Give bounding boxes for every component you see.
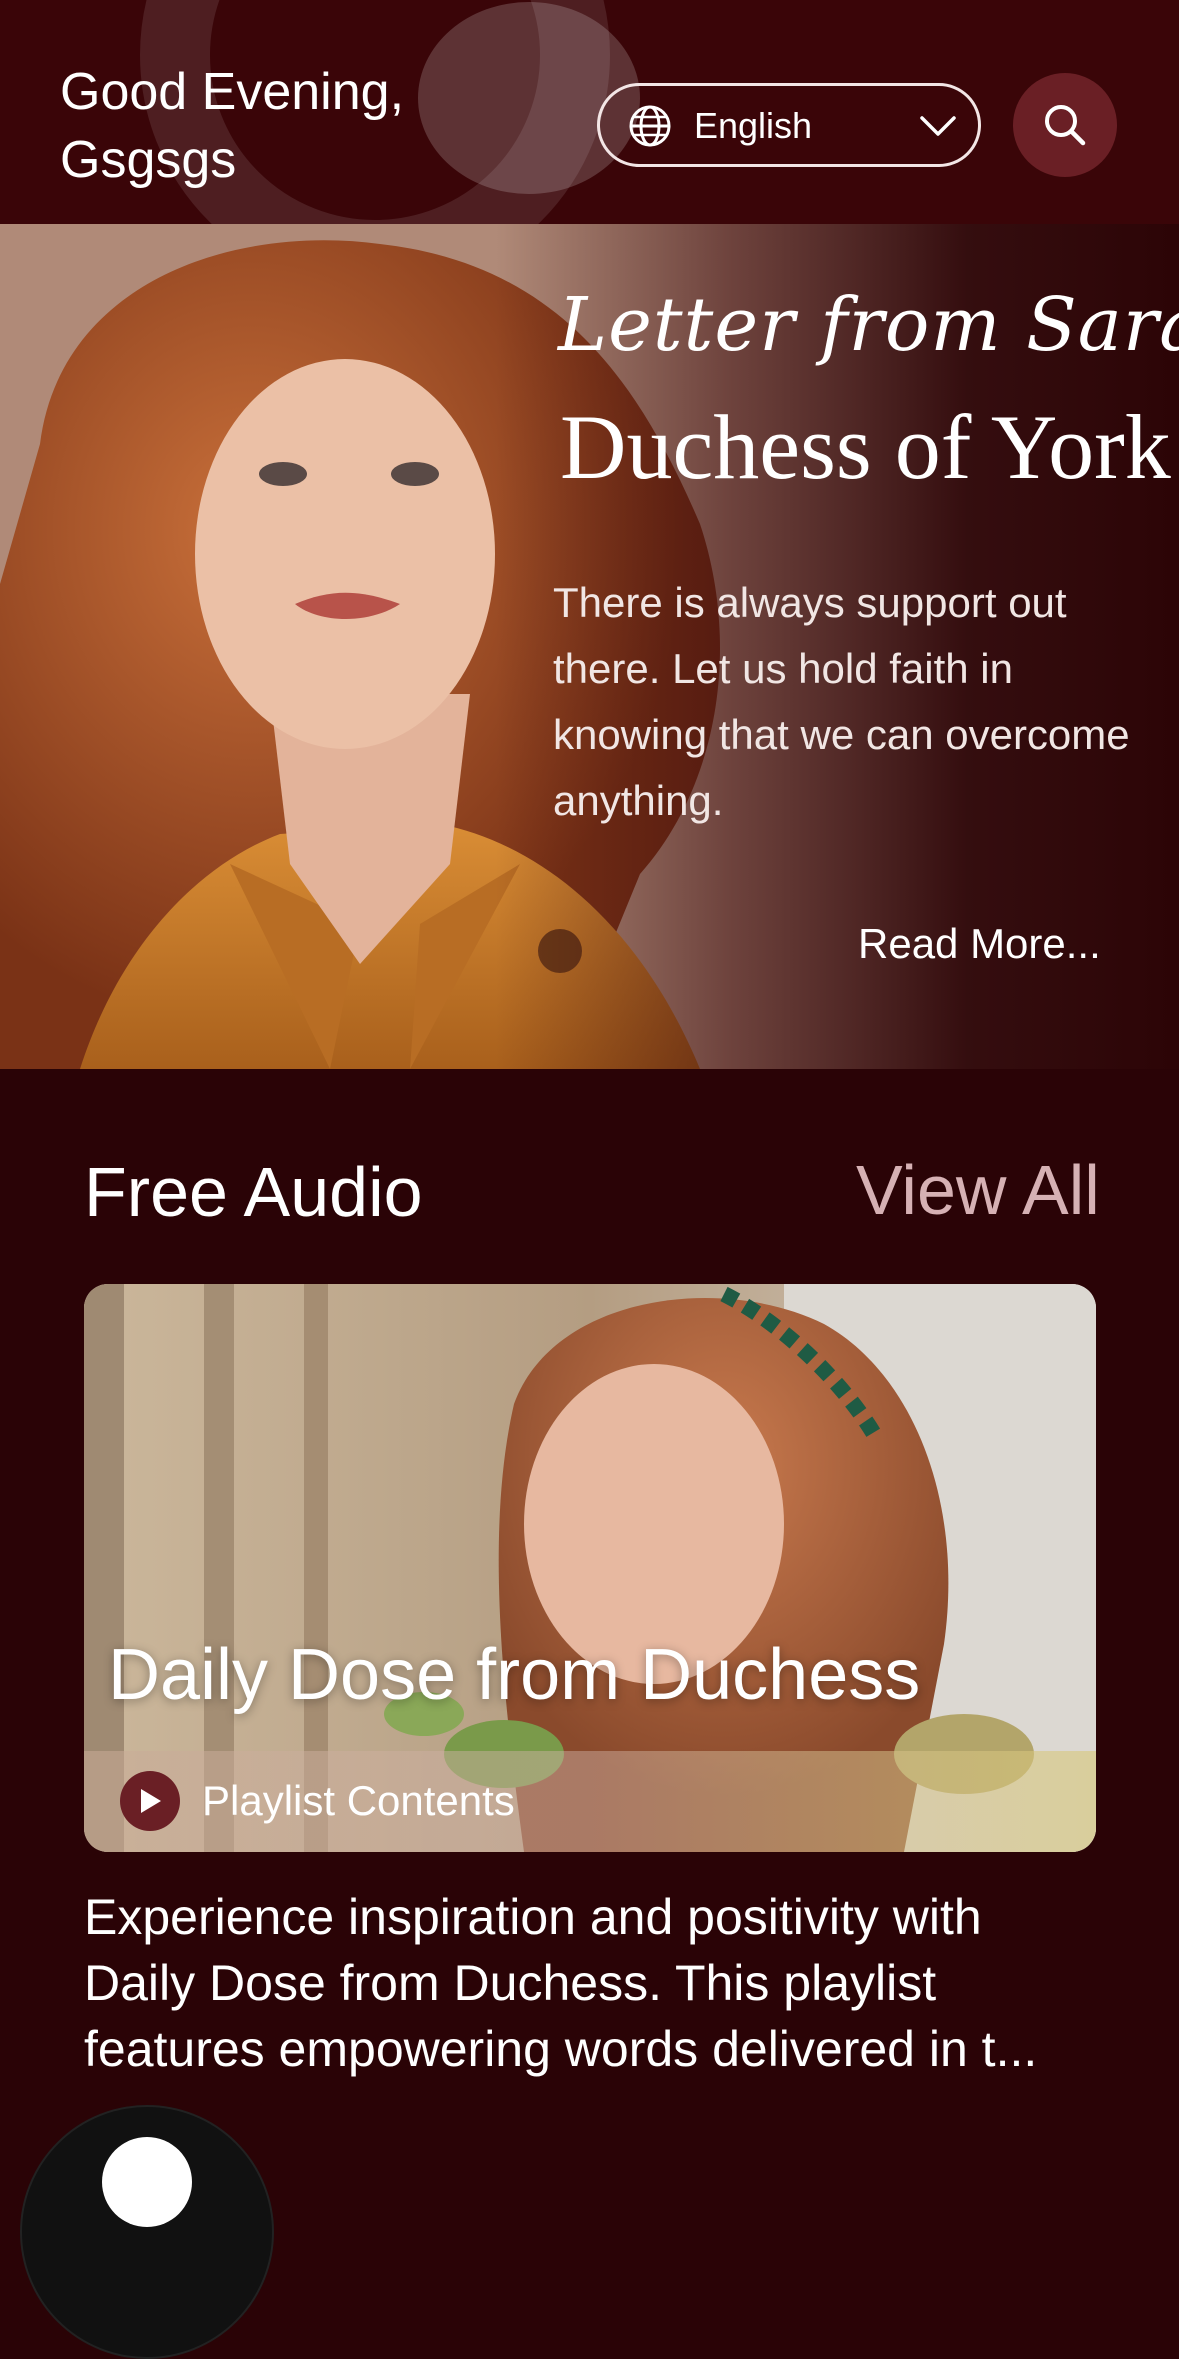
top-header: Good Evening, Gsgsgs English [0,0,1179,224]
letter-excerpt: There is always support out there. Let u… [553,579,1130,824]
playlist-contents-label: Playlist Contents [202,1777,515,1824]
greeting-line-1: Good Evening, [60,63,405,121]
letter-title: Duchess of York [560,396,1171,498]
letter-script-heading: Letter from Sarah [558,282,1179,368]
greeting-name: Gsgsgs [60,131,237,189]
floating-player-button[interactable] [20,2105,274,2359]
search-button[interactable] [1013,73,1117,177]
free-audio-heading: Free Audio [84,1153,423,1231]
letter-banner[interactable]: Letter from Sarah Duchess of York There … [0,224,1179,1069]
language-selector[interactable]: English [597,83,981,167]
greeting: Good Evening, Gsgsgs [60,58,404,194]
daily-dose-description: Experience inspiration and positivity wi… [84,1889,1038,2077]
search-icon [1045,105,1086,146]
play-icon [141,1789,161,1813]
play-button[interactable] [120,1771,180,1831]
globe-icon [629,105,671,147]
read-more-link[interactable]: Read More... [858,920,1101,968]
daily-dose-title: Daily Dose from Duchess [108,1635,921,1715]
view-all-link[interactable]: View All [856,1150,1100,1230]
chevron-down-icon [920,116,956,136]
language-label: English [694,105,813,146]
player-indicator-icon [102,2137,192,2227]
daily-dose-card[interactable]: Daily Dose from Duchess Playlist Content… [84,1284,1096,1852]
